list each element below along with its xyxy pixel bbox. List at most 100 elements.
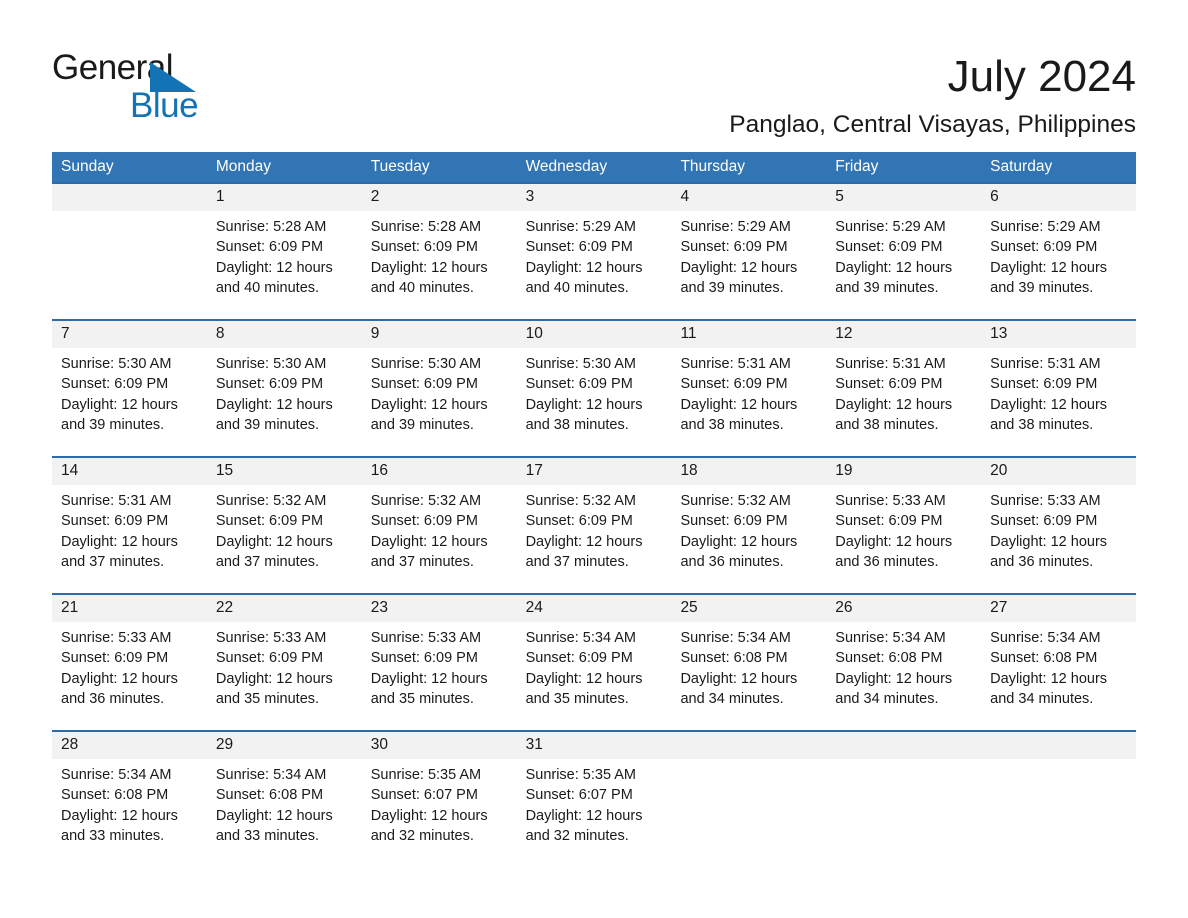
day-cell: Sunrise: 5:29 AM Sunset: 6:09 PM Dayligh…	[671, 217, 826, 303]
sunrise-text: Sunrise: 5:30 AM	[215, 356, 327, 373]
day-cell: Sunrise: 5:35 AM Sunset: 6:07 PM Dayligh…	[362, 765, 517, 851]
daylight-text-line1: Daylight: 12 hours	[61, 807, 178, 824]
sunrise-text: Sunrise: 5:31 AM	[61, 493, 172, 510]
sunrise-text: Sunrise: 5:34 AM	[835, 630, 946, 647]
day-number-band: 7 8 9 10 11 12 13	[52, 321, 1136, 349]
day-number	[826, 732, 981, 759]
day-cell: Sunrise: 5:29 AM Sunset: 6:09 PM Dayligh…	[981, 217, 1136, 303]
day-cell	[671, 765, 826, 851]
daylight-text-line1: Daylight: 12 hours	[525, 807, 643, 824]
daylight-text-line2: and 34 minutes.	[835, 690, 939, 707]
daylight-text-line2: and 36 minutes.	[61, 690, 165, 707]
day-detail-band: Sunrise: 5:33 AM Sunset: 6:09 PM Dayligh…	[52, 622, 1136, 715]
daylight-text-line2: and 38 minutes.	[835, 416, 939, 433]
day-cell: Sunrise: 5:33 AM Sunset: 6:09 PM Dayligh…	[981, 491, 1136, 577]
sunrise-text: Sunrise: 5:30 AM	[61, 356, 172, 373]
day-detail-band: Sunrise: 5:28 AM Sunset: 6:09 PM Dayligh…	[52, 211, 1136, 304]
day-number: 18	[680, 462, 698, 480]
daylight-text-line2: and 39 minutes.	[370, 416, 474, 433]
day-cell: Sunrise: 5:34 AM Sunset: 6:08 PM Dayligh…	[671, 628, 826, 714]
day-cell: Sunrise: 5:31 AM Sunset: 6:09 PM Dayligh…	[52, 491, 207, 577]
week-row: 14 15 16 17 18 19 20 Sunrise: 5:31 AM Su…	[52, 456, 1136, 578]
weekday-header-saturday: Saturday	[990, 158, 1053, 176]
day-cell: Sunrise: 5:33 AM Sunset: 6:09 PM Dayligh…	[52, 628, 207, 714]
daylight-text-line2: and 36 minutes.	[990, 553, 1094, 570]
general-blue-logo: General Blue	[52, 50, 232, 125]
sunrise-text: Sunrise: 5:33 AM	[990, 493, 1101, 510]
sunset-text: Sunset: 6:09 PM	[525, 239, 633, 256]
day-number: 23	[370, 599, 388, 617]
day-cell	[52, 217, 207, 303]
calendar-page: General Blue July 2024 Panglao, Central …	[0, 0, 1188, 918]
sunrise-text: Sunrise: 5:34 AM	[61, 767, 172, 784]
daylight-text-line1: Daylight: 12 hours	[525, 396, 643, 413]
daylight-text-line1: Daylight: 12 hours	[370, 807, 488, 824]
sunrise-text: Sunrise: 5:33 AM	[61, 630, 172, 647]
daylight-text-line2: and 32 minutes.	[370, 827, 474, 844]
location-subtitle: Panglao, Central Visayas, Philippines	[729, 111, 1136, 139]
daylight-text-line1: Daylight: 12 hours	[990, 533, 1108, 550]
day-cell: Sunrise: 5:33 AM Sunset: 6:09 PM Dayligh…	[826, 491, 981, 577]
day-number-band: 14 15 16 17 18 19 20	[52, 458, 1136, 486]
daylight-text-line2: and 35 minutes.	[215, 690, 320, 707]
sunrise-text: Sunrise: 5:33 AM	[370, 630, 482, 647]
daylight-text-line1: Daylight: 12 hours	[835, 396, 953, 413]
day-number: 2	[370, 188, 380, 206]
day-cell: Sunrise: 5:31 AM Sunset: 6:09 PM Dayligh…	[981, 354, 1136, 440]
day-cell: Sunrise: 5:30 AM Sunset: 6:09 PM Dayligh…	[362, 354, 517, 440]
day-cell: Sunrise: 5:28 AM Sunset: 6:09 PM Dayligh…	[362, 217, 517, 303]
day-cell: Sunrise: 5:34 AM Sunset: 6:08 PM Dayligh…	[826, 628, 981, 714]
day-number: 13	[990, 325, 1008, 343]
day-number: 27	[990, 599, 1008, 617]
day-cell: Sunrise: 5:29 AM Sunset: 6:09 PM Dayligh…	[826, 217, 981, 303]
daylight-text-line2: and 33 minutes.	[215, 827, 320, 844]
day-number: 19	[835, 462, 853, 480]
day-number: 24	[525, 599, 543, 617]
daylight-text-line2: and 39 minutes.	[990, 279, 1094, 296]
sunrise-text: Sunrise: 5:29 AM	[525, 219, 636, 236]
day-cell: Sunrise: 5:29 AM Sunset: 6:09 PM Dayligh…	[517, 217, 672, 303]
daylight-text-line1: Daylight: 12 hours	[61, 396, 178, 413]
daylight-text-line1: Daylight: 12 hours	[990, 670, 1108, 687]
sunset-text: Sunset: 6:09 PM	[370, 513, 478, 530]
sunset-text: Sunset: 6:09 PM	[370, 650, 478, 667]
day-cell: Sunrise: 5:32 AM Sunset: 6:09 PM Dayligh…	[671, 491, 826, 577]
week-row: 7 8 9 10 11 12 13 Sunrise: 5:30 AM Sunse…	[52, 319, 1136, 441]
daylight-text-line1: Daylight: 12 hours	[990, 259, 1108, 276]
weekday-header-thursday: Thursday	[680, 158, 746, 176]
day-cell: Sunrise: 5:30 AM Sunset: 6:09 PM Dayligh…	[517, 354, 672, 440]
daylight-text-line1: Daylight: 12 hours	[215, 807, 333, 824]
sunset-text: Sunset: 6:09 PM	[370, 239, 478, 256]
day-number: 9	[370, 325, 380, 343]
daylight-text-line1: Daylight: 12 hours	[61, 533, 178, 550]
logo-text-blue: Blue	[130, 86, 199, 125]
calendar-table: Sunday Monday Tuesday Wednesday Thursday…	[52, 152, 1136, 852]
sunrise-text: Sunrise: 5:32 AM	[680, 493, 791, 510]
weekday-header-tuesday: Tuesday	[370, 158, 430, 176]
sunrise-text: Sunrise: 5:31 AM	[835, 356, 946, 373]
sunrise-text: Sunrise: 5:35 AM	[370, 767, 482, 784]
day-number-band: 21 22 23 24 25 26 27	[52, 595, 1136, 623]
sunset-text: Sunset: 6:09 PM	[835, 376, 943, 393]
sunrise-text: Sunrise: 5:34 AM	[215, 767, 327, 784]
sunset-text: Sunset: 6:09 PM	[215, 650, 324, 667]
day-number: 10	[525, 325, 543, 343]
day-cell: Sunrise: 5:33 AM Sunset: 6:09 PM Dayligh…	[362, 628, 517, 714]
daylight-text-line2: and 35 minutes.	[525, 690, 629, 707]
daylight-text-line2: and 34 minutes.	[990, 690, 1094, 707]
sunset-text: Sunset: 6:08 PM	[835, 650, 943, 667]
sunset-text: Sunset: 6:08 PM	[61, 787, 169, 804]
sunrise-text: Sunrise: 5:34 AM	[680, 630, 791, 647]
sunset-text: Sunset: 6:08 PM	[990, 650, 1098, 667]
daylight-text-line2: and 40 minutes.	[370, 279, 474, 296]
sunset-text: Sunset: 6:09 PM	[370, 376, 478, 393]
day-number: 29	[215, 736, 234, 754]
daylight-text-line1: Daylight: 12 hours	[835, 670, 953, 687]
daylight-text-line1: Daylight: 12 hours	[525, 670, 643, 687]
week-row: 28 29 30 31 Sunrise: 5:34 AM Sunset: 6:0…	[52, 730, 1136, 852]
sunset-text: Sunset: 6:09 PM	[680, 376, 788, 393]
day-cell: Sunrise: 5:30 AM Sunset: 6:09 PM Dayligh…	[207, 354, 362, 440]
sunset-text: Sunset: 6:09 PM	[835, 239, 943, 256]
sunset-text: Sunset: 6:09 PM	[990, 513, 1098, 530]
day-cell: Sunrise: 5:31 AM Sunset: 6:09 PM Dayligh…	[671, 354, 826, 440]
